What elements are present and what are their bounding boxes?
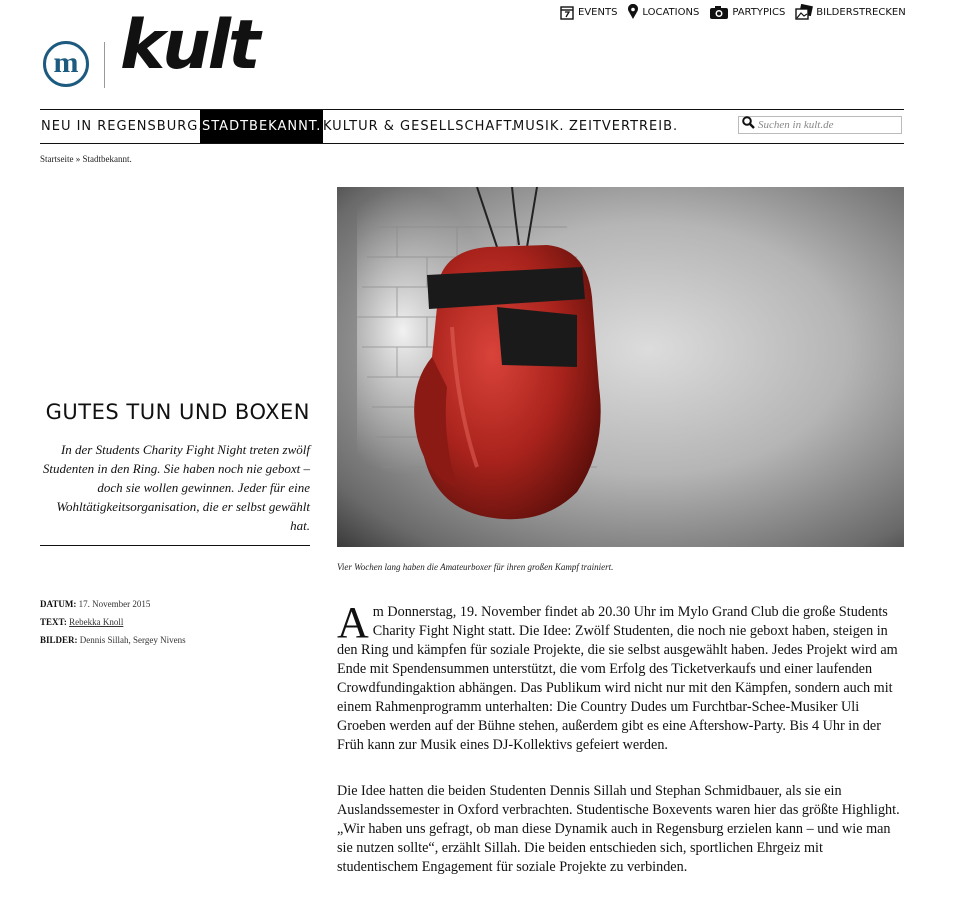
author-link[interactable]: Rebekka Knoll [69,617,123,627]
logo-wordmark: kult [120,6,260,85]
meta-text: TEXT: Rebekka Knoll [40,613,186,631]
hero-image [337,187,904,547]
boxing-glove-illustration [357,187,601,547]
toplink-label: PARTYPICS [732,6,786,18]
logo-m: m [53,46,79,79]
calendar-icon [560,5,575,20]
breadcrumb-current: Stadtbekannt. [82,154,132,164]
toplink-label: BILDERSTRECKEN [816,6,906,18]
article-paragraph-1: Am Donnerstag, 19. November findet ab 20… [337,598,902,755]
meta-text-label: TEXT: [40,617,67,627]
meta-images-label: BILDER: [40,635,78,645]
article-meta: DATUM: 17. November 2015 TEXT: Rebekka K… [40,595,186,649]
nav-item-stadtbekannt[interactable]: STADTBEKANNT. [200,110,324,143]
paragraph-text: m Donnerstag, 19. November findet ab 20.… [337,604,898,753]
image-caption: Vier Wochen lang haben die Amateurboxer … [337,562,614,572]
meta-images-value: Dennis Sillah, Sergey Nivens [79,635,186,645]
search-box[interactable] [738,116,902,134]
toplink-label: EVENTS [578,6,618,18]
search-input[interactable] [755,119,898,131]
toplink-partypics[interactable]: PARTYPICS [709,5,785,20]
meta-images: BILDER: Dennis Sillah, Sergey Nivens [40,631,186,649]
breadcrumb-separator: » [75,154,81,164]
nav-item-neu-in-regensburg[interactable]: NEU IN REGENSBURG. [41,110,203,143]
toplink-label: LOCATIONS [642,6,700,18]
breadcrumb-home-link[interactable]: Startseite [40,154,74,164]
nav-item-musik[interactable]: MUSIK. [513,110,564,143]
search-icon[interactable] [742,116,755,134]
breadcrumb: Startseite » Stadtbekannt. [40,154,132,164]
article-title: GUTES TUN UND BOXEN [45,400,310,424]
meta-date-label: DATUM: [40,599,77,609]
article-lede: In der Students Charity Fight Night tret… [42,442,310,533]
photo-stack-icon [795,4,814,20]
m-logo-icon: m [43,41,89,87]
meta-date: DATUM: 17. November 2015 [40,595,186,613]
site-logo[interactable]: m kult [42,12,282,92]
lede-divider [40,545,310,546]
meta-date-value: 17. November 2015 [78,599,151,609]
article-paragraph-2: Die Idee hatten die beiden Studenten Den… [337,783,900,875]
main-nav: NEU IN REGENSBURG. STADTBEKANNT. KULTUR … [40,109,904,144]
toplink-locations[interactable]: LOCATIONS [627,4,699,20]
map-pin-icon [627,4,639,20]
nav-item-zeitvertreib[interactable]: ZEITVERTREIB. [569,110,678,143]
article-body: Am Donnerstag, 19. November findet ab 20… [337,598,902,904]
top-links: EVENTS LOCATIONS PARTYPICS BILDERSTRECKE… [560,4,906,20]
drop-cap: A [337,598,369,647]
toplink-events[interactable]: EVENTS [560,5,617,20]
logo-divider [104,42,105,88]
camera-icon [709,5,729,20]
nav-item-kultur-gesellschaft[interactable]: KULTUR & GESELLSCHAFT. [323,110,516,143]
toplink-bilderstrecken[interactable]: BILDERSTRECKEN [795,4,906,20]
